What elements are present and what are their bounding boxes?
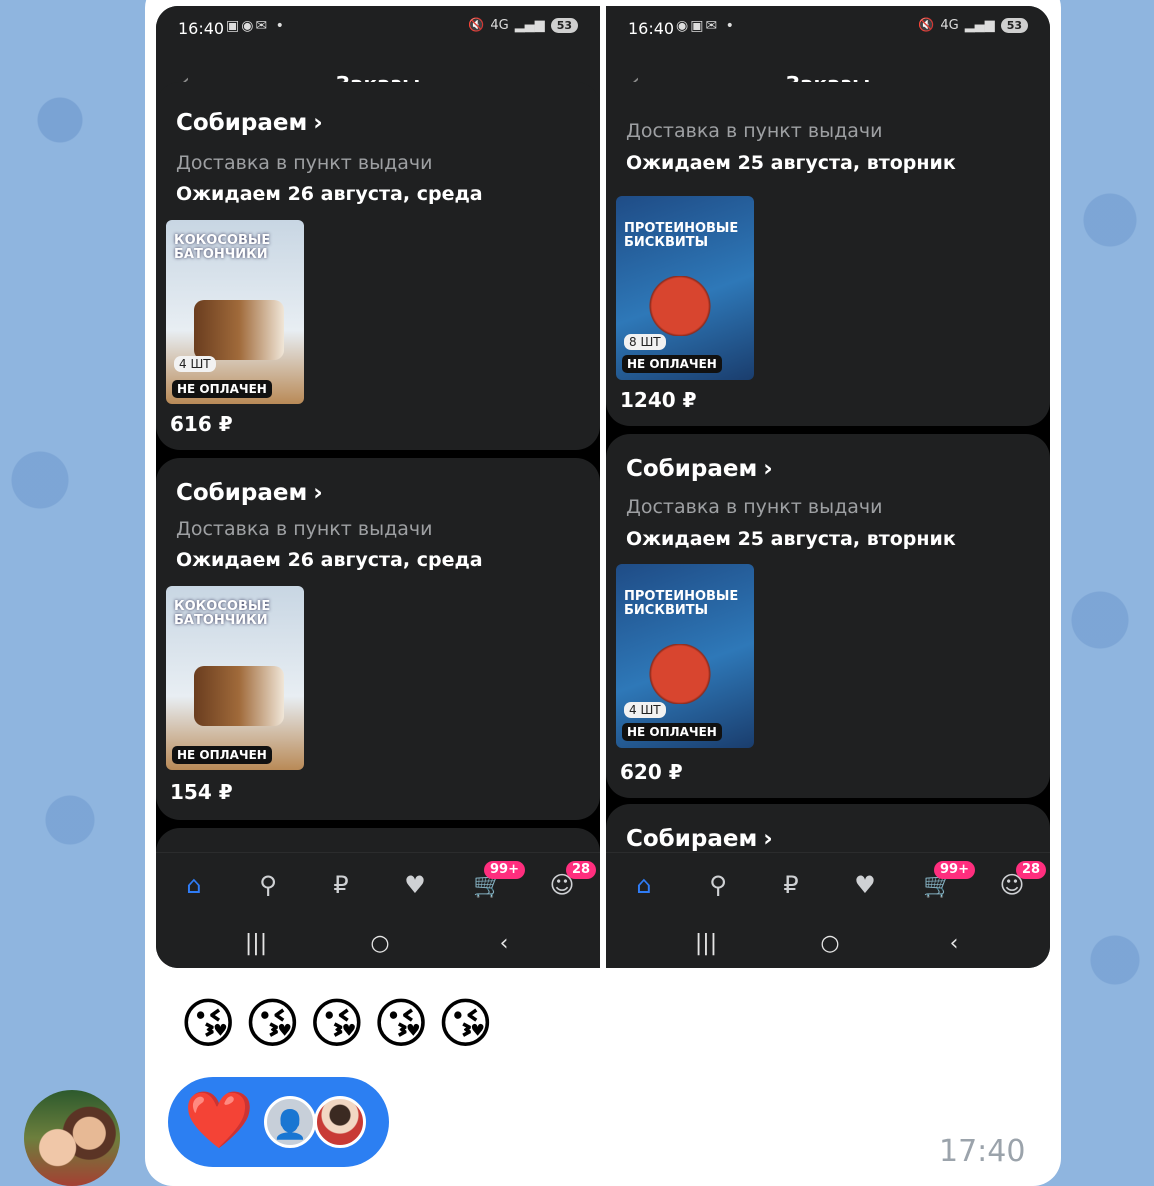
order-card[interactable]: Собираем › Доставка в пункт выдачи Ожидае…	[156, 458, 600, 820]
order-price: 616 ₽	[170, 412, 233, 436]
product-image	[194, 300, 284, 360]
order-date: Ожидаем 25 августа, вторник	[626, 528, 956, 550]
status-time: 16:40	[628, 19, 675, 38]
product-thumbnail[interactable]: ПРОТЕИНОВЫЕ БИСКВИТЫ 4 ШТ НЕ ОПЛАЧЕН	[616, 564, 754, 748]
quantity-badge: 4 ШТ	[624, 702, 666, 718]
product-thumbnail[interactable]: КОКОСОВЫЕ БАТОНЧИКИ НЕ ОПЛАЧЕН	[166, 586, 304, 770]
kissing-face-emoji: 😘	[308, 992, 365, 1055]
order-card[interactable]: Доставка в пункт выдачи Ожидаем 25 авгус…	[606, 82, 1050, 426]
screenshot-right: 16:40 ◉▣✉ • 🔇 4G ▂▄▆ 53 ‹ Заказы Доставк…	[606, 6, 1050, 968]
network-label: 4G	[490, 18, 509, 33]
recent-apps-icon[interactable]: |||	[686, 931, 726, 956]
battery-indicator: 53	[1000, 18, 1028, 33]
product-name: КОКОСОВЫЕ БАТОНЧИКИ	[174, 233, 271, 262]
status-right: 🔇 4G ▂▄▆ 53	[468, 18, 578, 33]
order-price: 154 ₽	[170, 780, 233, 804]
recent-apps-icon[interactable]: |||	[236, 931, 276, 956]
order-price: 1240 ₽	[620, 388, 697, 412]
kissing-face-emoji: 😘	[244, 992, 301, 1055]
product-name: КОКОСОВЫЕ БАТОНЧИКИ	[174, 599, 271, 628]
kissing-face-emoji: 😘	[372, 992, 430, 1055]
chevron-right-icon: ›	[763, 826, 773, 852]
bottom-navigation: ⌂ ⚲ ₽ ♥ 🛒 99+ ☺ 28 ||| ○ ‹	[156, 852, 600, 968]
product-image	[644, 644, 734, 704]
reaction-pill[interactable]: ❤️ 👤	[168, 1077, 389, 1167]
order-delivery: Доставка в пункт выдачи	[626, 496, 883, 518]
message-time: 17:40	[939, 1134, 1026, 1169]
order-delivery: Доставка в пункт выдачи	[176, 518, 433, 540]
home-icon[interactable]: ⌂	[174, 871, 214, 899]
status-bar: 16:40 ◉▣✉ • 🔇 4G ▂▄▆ 53	[606, 6, 1050, 52]
order-delivery: Доставка в пункт выдачи	[176, 152, 433, 174]
order-card[interactable]: Собираем › Доставка в пункт выдачи Ожидае…	[156, 82, 600, 450]
status-time: 16:40	[178, 19, 225, 38]
signal-icon: ▂▄▆	[514, 18, 545, 33]
order-price: 620 ₽	[620, 760, 683, 784]
ruble-icon[interactable]: ₽	[771, 871, 811, 899]
heart-icon[interactable]: ♥	[395, 871, 435, 899]
mute-icon: 🔇	[468, 18, 485, 33]
payment-status-badge: НЕ ОПЛАЧЕН	[622, 355, 722, 373]
order-status[interactable]: Собираем ›	[176, 480, 323, 506]
status-bar: 16:40 ▣◉✉ • 🔇 4G ▂▄▆ 53	[156, 6, 600, 52]
order-status[interactable]: Собираем ›	[626, 826, 773, 852]
ruble-icon[interactable]: ₽	[321, 871, 361, 899]
system-back-icon[interactable]: ‹	[934, 931, 974, 956]
reactor-avatar	[314, 1096, 366, 1148]
order-date: Ожидаем 26 августа, среда	[176, 183, 483, 205]
status-right: 🔇 4G ▂▄▆ 53	[918, 18, 1028, 33]
battery-indicator: 53	[550, 18, 578, 33]
bottom-navigation: ⌂ ⚲ ₽ ♥ 🛒 99+ ☺ 28 ||| ○ ‹	[606, 852, 1050, 968]
product-name: ПРОТЕИНОВЫЕ БИСКВИТЫ	[624, 589, 739, 618]
order-status[interactable]: Собираем ›	[176, 110, 323, 136]
product-image	[194, 666, 284, 726]
kissing-face-emoji: 😘	[437, 992, 494, 1055]
system-back-icon[interactable]: ‹	[484, 931, 524, 956]
chevron-right-icon: ›	[313, 110, 323, 136]
home-icon[interactable]: ⌂	[624, 871, 664, 899]
home-button-icon[interactable]: ○	[360, 931, 400, 956]
cart-badge: 99+	[934, 861, 975, 879]
heart-reaction-icon: ❤️	[184, 1088, 254, 1153]
order-date: Ожидаем 26 августа, среда	[176, 549, 483, 571]
chevron-right-icon: ›	[763, 456, 773, 482]
payment-status-badge: НЕ ОПЛАЧЕН	[622, 723, 722, 741]
product-name: ПРОТЕИНОВЫЕ БИСКВИТЫ	[624, 221, 739, 250]
signal-icon: ▂▄▆	[964, 18, 995, 33]
screenshot-left: 16:40 ▣◉✉ • 🔇 4G ▂▄▆ 53 ‹ Заказы Собирае…	[156, 6, 600, 968]
profile-badge: 28	[566, 861, 597, 879]
order-status[interactable]: Собираем ›	[626, 456, 773, 482]
order-delivery: Доставка в пункт выдачи	[626, 120, 883, 142]
payment-status-badge: НЕ ОПЛАЧЕН	[172, 380, 272, 398]
search-icon[interactable]: ⚲	[698, 871, 738, 899]
emoji-row: 😘 😘 😘 😘 😘	[180, 992, 493, 1055]
cart-badge: 99+	[484, 861, 525, 879]
network-label: 4G	[940, 18, 959, 33]
product-thumbnail[interactable]: КОКОСОВЫЕ БАТОНЧИКИ 4 ШТ НЕ ОПЛАЧЕН	[166, 220, 304, 404]
heart-icon[interactable]: ♥	[845, 871, 885, 899]
quantity-badge: 8 ШТ	[624, 334, 666, 350]
sender-avatar[interactable]	[24, 1090, 120, 1186]
chevron-right-icon: ›	[313, 480, 323, 506]
reactor-avatar-placeholder: 👤	[264, 1096, 316, 1148]
home-button-icon[interactable]: ○	[810, 931, 850, 956]
product-image	[644, 276, 734, 336]
order-card[interactable]: Собираем › Доставка в пункт выдачи Ожидае…	[606, 434, 1050, 798]
notification-icons: ▣◉✉ •	[226, 18, 286, 34]
profile-badge: 28	[1016, 861, 1047, 879]
search-icon[interactable]: ⚲	[248, 871, 288, 899]
kissing-face-emoji: 😘	[180, 992, 237, 1055]
product-thumbnail[interactable]: ПРОТЕИНОВЫЕ БИСКВИТЫ 8 ШТ НЕ ОПЛАЧЕН	[616, 196, 754, 380]
order-date: Ожидаем 25 августа, вторник	[626, 152, 956, 174]
payment-status-badge: НЕ ОПЛАЧЕН	[172, 746, 272, 764]
notification-icons: ◉▣✉ •	[676, 18, 736, 34]
quantity-badge: 4 ШТ	[174, 356, 216, 372]
mute-icon: 🔇	[918, 18, 935, 33]
